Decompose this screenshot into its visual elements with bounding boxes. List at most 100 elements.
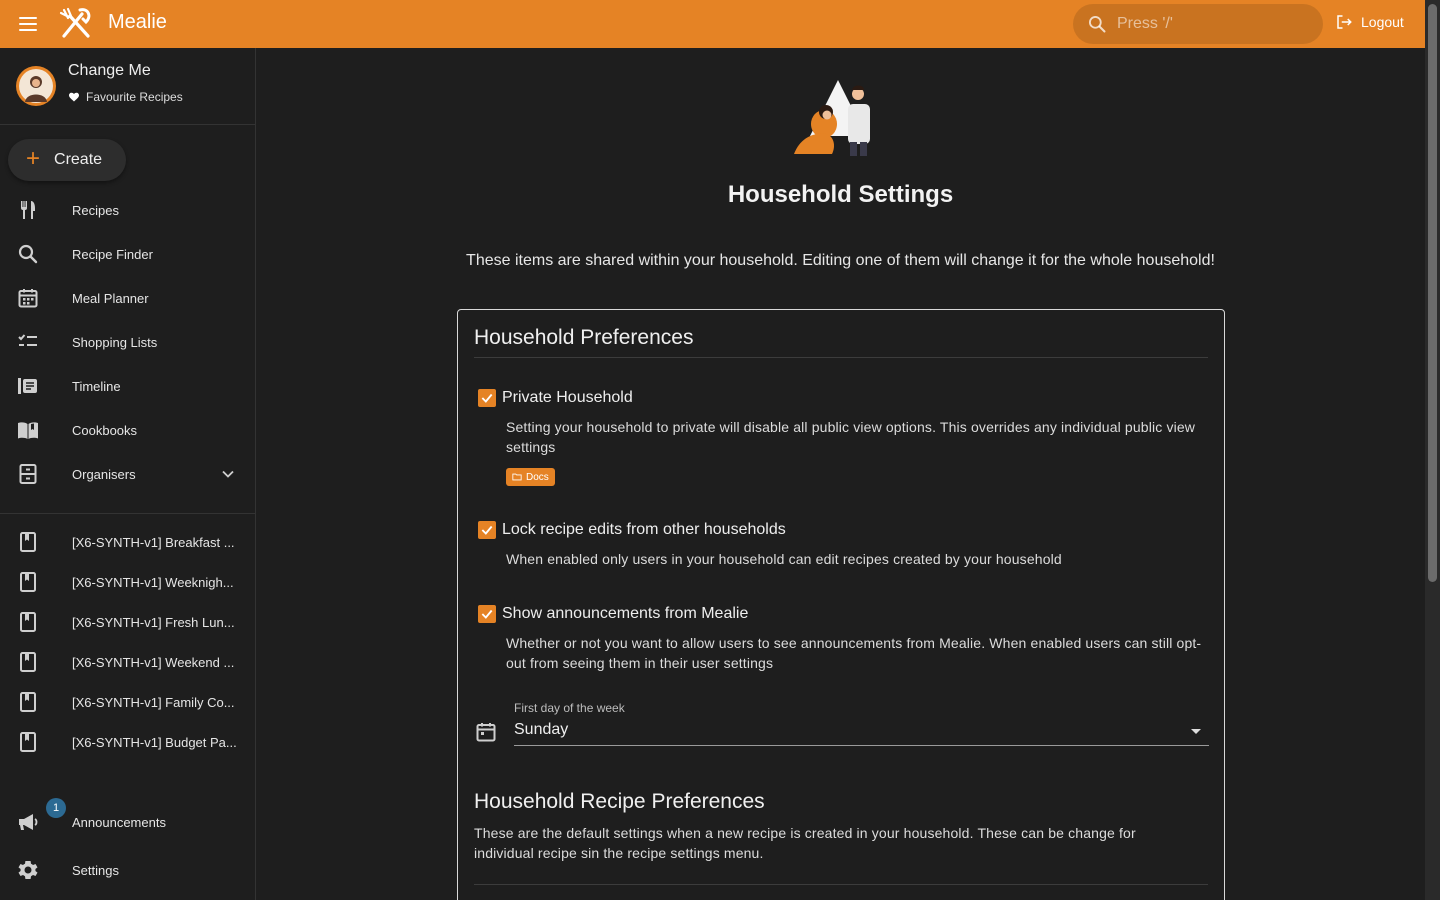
app-title[interactable]: Mealie — [108, 11, 167, 34]
sidebar-item-label: Timeline — [72, 378, 121, 394]
calendar-icon — [16, 286, 40, 310]
app-bar: Mealie Logout — [0, 0, 1425, 48]
favourite-recipes-label: Favourite Recipes — [86, 90, 183, 104]
sidebar-item-label: Organisers — [72, 466, 136, 482]
checkbox-checked-icon[interactable] — [478, 605, 496, 623]
sidebar-cookbook-item[interactable]: [X6-SYNTH-v1] Fresh Lun... — [0, 600, 255, 644]
logout-button[interactable]: Logout — [1335, 13, 1404, 31]
private-household-help: Setting your household to private will d… — [506, 419, 1196, 455]
private-household-checkbox[interactable]: Private Household — [478, 389, 633, 407]
logout-label: Logout — [1361, 14, 1404, 30]
cabinet-icon — [16, 462, 40, 486]
search-box[interactable] — [1073, 4, 1323, 44]
sidebar-cookbook-item[interactable]: [X6-SYNTH-v1] Budget Pa... — [0, 720, 255, 764]
scrollbar[interactable] — [1425, 0, 1440, 900]
search-input[interactable] — [1117, 15, 1307, 33]
avatar[interactable] — [16, 66, 56, 106]
menu-icon[interactable] — [16, 12, 40, 36]
user-panel: Change Me Favourite Recipes — [0, 48, 255, 125]
user-name: Change Me — [68, 62, 151, 79]
cookbook-label: [X6-SYNTH-v1] Family Co... — [72, 694, 235, 710]
sidebar-item-organisers[interactable]: Organisers — [0, 452, 255, 496]
recipe-preferences-description: These are the default settings when a ne… — [474, 825, 1136, 861]
sidebar-item-recipe-finder[interactable]: Recipe Finder — [0, 232, 255, 276]
main-content: Household Settings These items are share… — [256, 48, 1425, 900]
sidebar-item-recipes[interactable]: Recipes — [0, 188, 255, 232]
checklist-icon — [16, 330, 40, 354]
sidebar-item-label: Settings — [72, 862, 119, 878]
sidebar-cookbook-item[interactable]: [X6-SYNTH-v1] Weeknigh... — [0, 560, 255, 604]
scrollbar-thumb[interactable] — [1428, 4, 1437, 582]
sidebar-item-meal-planner[interactable]: Meal Planner — [0, 276, 255, 320]
lock-recipe-edits-label: Lock recipe edits from other households — [502, 521, 786, 538]
sidebar-item-label: Recipe Finder — [72, 246, 153, 262]
create-label: Create — [54, 151, 103, 168]
docs-label: Docs — [526, 471, 549, 483]
plus-icon: + — [26, 144, 41, 172]
create-button[interactable]: + Create — [8, 139, 126, 181]
sidebar-item-settings[interactable]: Settings — [0, 848, 255, 892]
bookmark-book-icon — [16, 650, 40, 674]
heading-divider — [474, 357, 1208, 358]
favourite-recipes-link[interactable]: Favourite Recipes — [68, 90, 183, 104]
cookbook-label: [X6-SYNTH-v1] Fresh Lun... — [72, 614, 235, 630]
fork-knife-logo-icon[interactable] — [58, 6, 94, 42]
cookbook-label: [X6-SYNTH-v1] Budget Pa... — [72, 734, 237, 750]
book-open-icon — [16, 418, 40, 442]
cookbook-label: [X6-SYNTH-v1] Breakfast ... — [72, 534, 235, 550]
preferences-heading: Household Preferences — [474, 326, 694, 349]
sidebar-item-shopping-lists[interactable]: Shopping Lists — [0, 320, 255, 364]
sidebar-item-announcements[interactable]: 1 Announcements — [0, 798, 255, 844]
dropdown-caret-icon[interactable] — [1191, 729, 1201, 734]
first-day-label: First day of the week — [514, 701, 625, 715]
section-divider — [474, 884, 1208, 885]
folder-icon — [512, 473, 522, 481]
bookmark-book-icon — [16, 530, 40, 554]
sidebar-divider — [0, 513, 255, 514]
search-icon — [1089, 16, 1106, 33]
household-illustration — [794, 80, 870, 156]
bookmark-book-icon — [16, 690, 40, 714]
show-announcements-help: Whether or not you want to allow users t… — [506, 635, 1202, 671]
heart-icon — [69, 92, 79, 102]
sidebar-item-label: Meal Planner — [72, 290, 149, 306]
sidebar-item-label: Cookbooks — [72, 422, 138, 438]
private-household-label: Private Household — [502, 389, 633, 406]
sidebar-cookbook-item[interactable]: [X6-SYNTH-v1] Breakfast ... — [0, 520, 255, 564]
show-announcements-label: Show announcements from Mealie — [502, 605, 749, 622]
select-underline — [514, 745, 1209, 746]
cookbook-label: [X6-SYNTH-v1] Weeknigh... — [72, 574, 234, 590]
checkbox-checked-icon[interactable] — [478, 389, 496, 407]
lock-recipe-edits-help: When enabled only users in your househol… — [506, 551, 1062, 567]
sidebar-cookbook-item[interactable]: [X6-SYNTH-v1] Weekend ... — [0, 640, 255, 684]
checkbox-checked-icon[interactable] — [478, 521, 496, 539]
sidebar: Change Me Favourite Recipes + Create Rec… — [0, 48, 256, 900]
cookbook-label: [X6-SYNTH-v1] Weekend ... — [72, 654, 235, 670]
page-description: These items are shared within your house… — [466, 252, 1215, 269]
bookmark-book-icon — [16, 730, 40, 754]
sidebar-item-label: Recipes — [72, 202, 119, 218]
docs-button[interactable]: Docs — [506, 468, 555, 486]
announcements-badge: 1 — [46, 798, 66, 818]
bookmark-book-icon — [16, 610, 40, 634]
gear-icon — [16, 858, 40, 882]
sidebar-cookbook-item[interactable]: [X6-SYNTH-v1] Family Co... — [0, 680, 255, 724]
show-announcements-checkbox[interactable]: Show announcements from Mealie — [478, 605, 748, 623]
sidebar-item-cookbooks[interactable]: Cookbooks — [0, 408, 255, 452]
bookmark-book-icon — [16, 570, 40, 594]
page-title: Household Settings — [727, 181, 954, 208]
first-day-value[interactable]: Sunday — [514, 721, 568, 739]
logout-icon — [1337, 15, 1352, 29]
lock-recipe-edits-checkbox[interactable]: Lock recipe edits from other households — [478, 521, 786, 539]
recipe-preferences-heading: Household Recipe Preferences — [474, 790, 765, 813]
sidebar-item-label: Announcements — [72, 814, 166, 830]
chevron-down-icon[interactable] — [218, 464, 238, 484]
fork-knife-icon — [16, 198, 40, 222]
timeline-icon — [16, 374, 40, 398]
sidebar-item-label: Shopping Lists — [72, 334, 158, 350]
search-icon — [16, 242, 40, 266]
sidebar-item-timeline[interactable]: Timeline — [0, 364, 255, 408]
calendar-icon — [476, 723, 496, 742]
first-day-of-week-select[interactable]: First day of the week Sunday — [474, 698, 1209, 748]
household-preferences-card: Household Preferences Private Household … — [457, 309, 1225, 900]
